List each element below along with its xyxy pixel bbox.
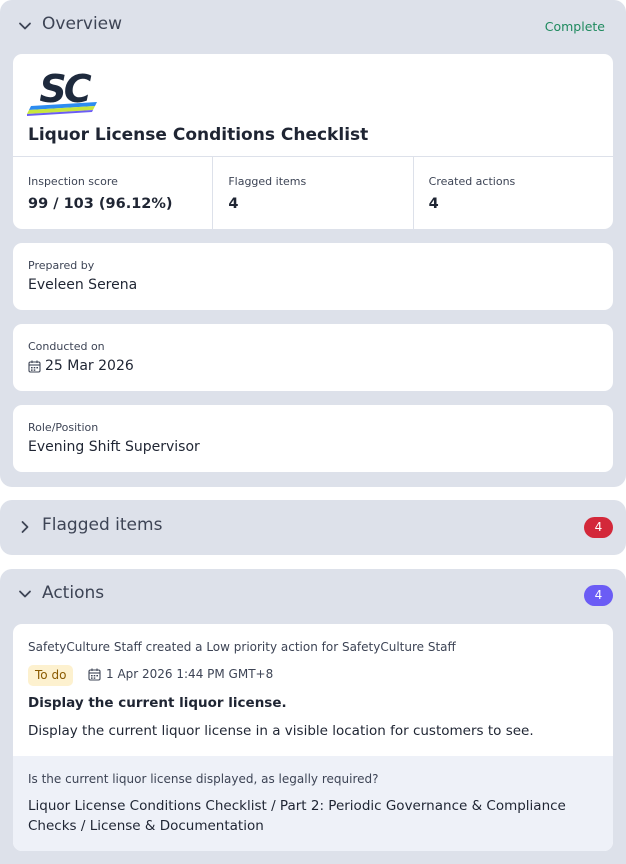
overview-section: Overview Complete SC Liquor License Cond… <box>0 0 626 487</box>
status-badge: Complete <box>544 19 605 34</box>
action-card[interactable]: SafetyCulture Staff created a Low priori… <box>13 624 613 851</box>
stat-flagged-items[interactable]: Flagged items 4 <box>213 157 414 229</box>
conducted-on-value: 25 Mar 2026 <box>45 358 134 374</box>
stat-value: 4 <box>228 196 239 212</box>
field-value: Evening Shift Supervisor <box>28 439 200 455</box>
stat-label: Flagged items <box>228 175 307 188</box>
role-position-field: Role/Position Evening Shift Supervisor <box>13 405 613 472</box>
chevron-right-icon <box>21 521 29 533</box>
checklist-title: Liquor License Conditions Checklist <box>28 125 369 145</box>
field-value: Eveleen Serena <box>28 277 137 293</box>
chevron-down-icon <box>19 590 31 598</box>
prepared-by-field: Prepared by Eveleen Serena <box>13 243 613 310</box>
due-date-text: 1 Apr 2026 1:44 PM GMT+8 <box>106 667 274 681</box>
field-label: Role/Position <box>28 421 99 434</box>
source-path: Liquor License Conditions Checklist / Pa… <box>28 798 566 834</box>
chevron-down-icon <box>19 22 31 30</box>
flagged-items-section[interactable]: Flagged items 4 <box>0 500 626 555</box>
actions-header[interactable]: Actions 4 <box>0 569 626 621</box>
stat-value: 99 / 103 (96.12%) <box>28 196 173 212</box>
role-value: Evening Shift Supervisor <box>28 439 200 455</box>
stat-created-actions[interactable]: Created actions 4 <box>414 157 613 229</box>
field-value: 25 Mar 2026 <box>28 358 134 374</box>
source-question: Is the current liquor license displayed,… <box>28 772 379 786</box>
action-due-date: 1 Apr 2026 1:44 PM GMT+8 <box>88 667 273 681</box>
actions-count-badge: 4 <box>584 585 613 606</box>
stat-inspection-score: Inspection score 99 / 103 (96.12%) <box>13 157 214 229</box>
actions-section: Actions 4 SafetyCulture Staff created a … <box>0 569 626 864</box>
field-label: Conducted on <box>28 340 105 353</box>
stat-label: Inspection score <box>28 175 118 188</box>
action-status-badge: To do <box>28 665 74 686</box>
stat-value: 4 <box>428 196 439 212</box>
prepared-by-value: Eveleen Serena <box>28 277 138 293</box>
stats-row: Inspection score 99 / 103 (96.12%) Flagg… <box>13 156 613 229</box>
actions-title: Actions <box>42 583 105 603</box>
calendar-icon <box>88 668 101 681</box>
field-label: Prepared by <box>28 259 95 272</box>
flagged-items-header[interactable]: Flagged items 4 <box>0 500 626 552</box>
calendar-icon <box>28 360 41 373</box>
safetyculture-logo: SC <box>27 67 97 116</box>
action-source-panel: Is the current liquor license displayed,… <box>13 756 613 851</box>
flagged-items-title: Flagged items <box>42 515 163 535</box>
overview-header[interactable]: Overview Complete <box>0 0 626 52</box>
conducted-on-field: Conducted on 25 Mar 2026 <box>13 324 613 391</box>
stat-label: Created actions <box>428 175 516 188</box>
report-title-card: SC Liquor License Conditions Checklist I… <box>13 54 613 229</box>
overview-title: Overview <box>42 14 123 34</box>
logo-text: SC <box>39 67 91 111</box>
action-title: Display the current liquor license. <box>28 695 287 711</box>
flagged-count-badge: 4 <box>584 517 613 538</box>
action-meta: SafetyCulture Staff created a Low priori… <box>28 640 456 654</box>
action-description: Display the current liquor license in a … <box>28 723 534 739</box>
